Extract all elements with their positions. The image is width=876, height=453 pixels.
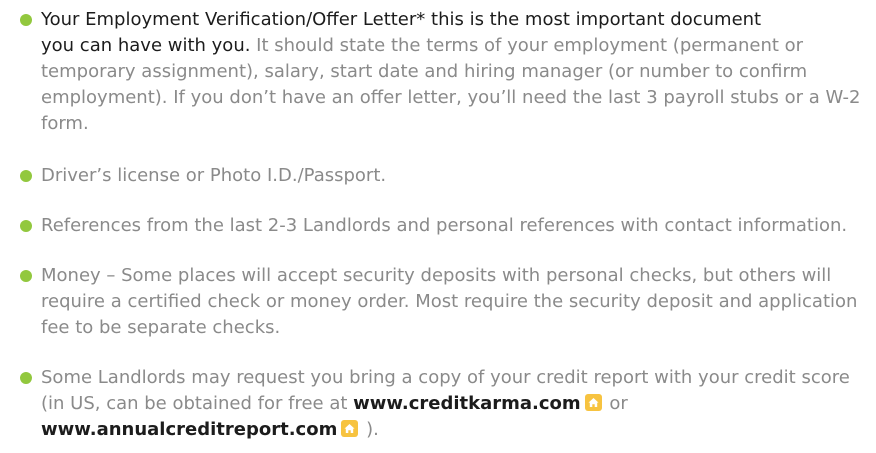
bullet-dot-icon [20,170,32,182]
home-icon[interactable] [341,420,359,437]
home-icon[interactable] [584,394,602,411]
list-item-money: Money – Some places will accept security… [10,263,866,341]
credit-report-after: ). [360,419,379,440]
list-item-drivers-license: Driver’s license or Photo I.D./Passport. [10,163,866,189]
annualcreditreport-link[interactable]: www.annualcreditreport.com [41,419,337,440]
bullet-dot-icon [20,14,32,26]
bullet-dot-icon [20,270,32,282]
bullet-dot-icon [20,372,32,384]
list-item-credit-report: Some Landlords may request you bring a c… [10,365,866,443]
credit-report-between: or [603,393,628,414]
bullet-dot-icon [20,220,32,232]
offer-letter-lead-line1: Your Employment Verification/Offer Lette… [41,9,762,30]
creditkarma-link[interactable]: www.creditkarma.com [353,393,581,414]
requirements-list: Your Employment Verification/Offer Lette… [0,0,876,443]
offer-letter-lead-line2: you can have with you. [41,35,251,56]
references-text: References from the last 2-3 Landlords a… [41,215,848,236]
list-item-references: References from the last 2-3 Landlords a… [10,213,866,239]
drivers-license-text: Driver’s license or Photo I.D./Passport. [41,165,387,186]
money-text: Money – Some places will accept security… [41,265,858,338]
list-item-offer-letter: Your Employment Verification/Offer Lette… [10,7,866,137]
